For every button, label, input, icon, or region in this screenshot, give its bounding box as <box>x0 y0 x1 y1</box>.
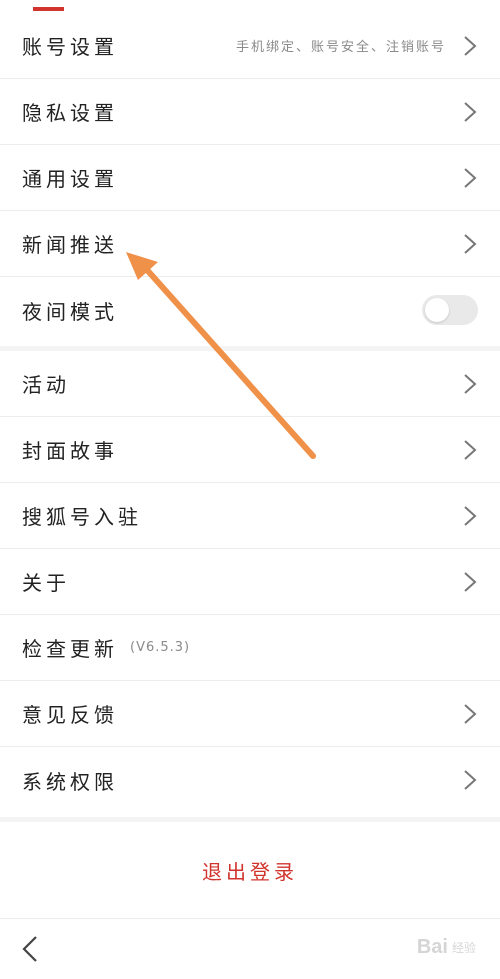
row-label: 隐私设置 <box>22 101 118 125</box>
row-label: 搜狐号入驻 <box>22 505 142 529</box>
chevron-right-icon <box>462 769 478 791</box>
row-check-update[interactable]: 检查更新 (V6.5.3) <box>0 615 500 681</box>
back-arrow-icon[interactable] <box>18 935 42 963</box>
chevron-right-icon <box>462 505 478 527</box>
watermark-text: Bai <box>416 935 448 958</box>
logout-button[interactable]: 退出登录 <box>0 822 500 918</box>
settings-group-account: 账号设置 手机绑定、账号安全、注销账号 隐私设置 通用设置 新闻推送 夜间模式 <box>0 13 500 346</box>
row-privacy-settings[interactable]: 隐私设置 <box>0 79 500 145</box>
row-about[interactable]: 关于 <box>0 549 500 615</box>
row-news-push[interactable]: 新闻推送 <box>0 211 500 277</box>
row-cover-story[interactable]: 封面故事 <box>0 417 500 483</box>
row-label: 封面故事 <box>22 439 118 463</box>
row-sohu-account-join[interactable]: 搜狐号入驻 <box>0 483 500 549</box>
chevron-right-icon <box>462 167 478 189</box>
night-mode-toggle[interactable] <box>422 295 478 325</box>
baidu-jingyan-watermark: Bai 经验 <box>417 933 476 961</box>
row-label: 新闻推送 <box>22 233 118 257</box>
row-label: 检查更新 <box>22 637 118 661</box>
chevron-right-icon <box>462 703 478 725</box>
chevron-right-icon <box>462 571 478 593</box>
logout-label: 退出登录 <box>202 859 298 884</box>
bottom-nav-bar: Bai 经验 <box>0 918 500 979</box>
chevron-right-icon <box>462 439 478 461</box>
toggle-knob <box>425 298 449 322</box>
row-label: 活动 <box>22 373 70 397</box>
row-label: 夜间模式 <box>22 299 118 324</box>
version-text: (V6.5.3) <box>130 640 191 655</box>
row-general-settings[interactable]: 通用设置 <box>0 145 500 211</box>
row-label: 意见反馈 <box>22 703 118 727</box>
row-system-permissions[interactable]: 系统权限 <box>0 747 500 813</box>
watermark-sub: 经验 <box>451 940 476 955</box>
row-hint: 手机绑定、账号安全、注销账号 <box>235 40 446 55</box>
settings-group-misc: 活动 封面故事 搜狐号入驻 关于 检查更新 (V6.5.3) 意见反馈 系统权限 <box>0 351 500 817</box>
row-night-mode: 夜间模式 <box>0 277 500 343</box>
chevron-right-icon <box>462 35 478 57</box>
row-activities[interactable]: 活动 <box>0 351 500 417</box>
chevron-right-icon <box>462 101 478 123</box>
chevron-right-icon <box>462 233 478 255</box>
row-label: 关于 <box>22 571 70 595</box>
chevron-right-icon <box>462 373 478 395</box>
row-feedback[interactable]: 意见反馈 <box>0 681 500 747</box>
row-label: 系统权限 <box>22 769 118 794</box>
active-tab-indicator <box>33 7 64 11</box>
row-label: 账号设置 <box>22 35 118 59</box>
row-label: 通用设置 <box>22 167 118 191</box>
row-account-settings[interactable]: 账号设置 手机绑定、账号安全、注销账号 <box>0 13 500 79</box>
